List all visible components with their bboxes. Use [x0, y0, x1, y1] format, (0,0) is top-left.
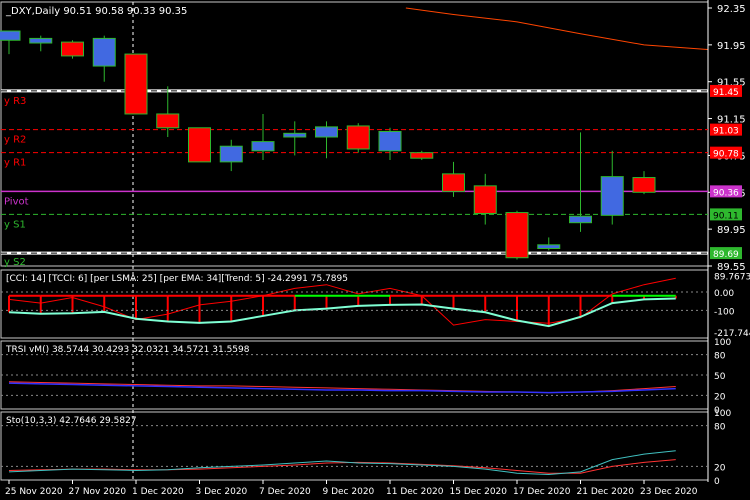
level-label-r1: y R1: [4, 158, 26, 169]
candle-body: [569, 215, 592, 224]
level-label-r3: y R3: [4, 96, 26, 107]
candle-body: [92, 37, 116, 67]
candle-body: [505, 212, 529, 259]
date-tick-label: 17 Dec 2020: [513, 487, 571, 497]
sto-tick-label: 0: [714, 477, 720, 487]
candle-body: [632, 177, 656, 193]
candle-body: [156, 113, 180, 129]
candle-body: [346, 125, 370, 150]
level-tag-text-r2: 91.03: [713, 127, 739, 137]
sto-tick-label: 80: [714, 423, 726, 433]
candle-body: [219, 145, 243, 163]
price-tick-label: 89.95: [717, 225, 746, 236]
candle-body: [378, 130, 402, 152]
candle-body: [251, 141, 275, 152]
date-tick-label: 27 Nov 2020: [69, 487, 127, 497]
trsi-tick-label: 80: [714, 352, 726, 362]
trsi-tick-label: 100: [714, 338, 731, 348]
level-label-r2: y R2: [4, 135, 26, 146]
candle-body: [410, 152, 434, 159]
date-tick-label: 25 Nov 2020: [5, 487, 63, 497]
candle-body: [537, 244, 561, 249]
candle-body: [124, 53, 148, 115]
cci-line: [8, 297, 676, 328]
price-tick-label: 89.55: [717, 262, 746, 273]
date-tick-label: 7 Dec 2020: [259, 487, 311, 497]
date-tick-label: 21 Dec 2020: [577, 487, 635, 497]
price-tick-label: 92.35: [717, 4, 746, 15]
symbol-info: _DXY,Daily 90.51 90.58 90.33 90.35: [5, 6, 187, 17]
date-tick-label: 9 Dec 2020: [323, 487, 375, 497]
candle-body: [473, 185, 497, 214]
level-tag-text-pivot: 90.36: [713, 188, 739, 198]
level-tag-text-r3: 91.45: [713, 88, 739, 98]
level-tag-text-s2: 89.69: [713, 250, 739, 260]
trsi-tick-label: 50: [714, 372, 726, 382]
cci-indicator-label: [CCI: 14] [TCCI: 6] [per LSMA: 25] [per …: [6, 274, 348, 284]
date-tick-label: 11 Dec 2020: [386, 487, 444, 497]
level-label-s2: y S2: [4, 257, 26, 268]
chart-canvas[interactable]: 92.3591.9591.5591.1590.7590.3589.9589.55…: [0, 0, 750, 500]
cci-tick-label: 0.00: [714, 289, 734, 299]
date-tick-label: 1 Dec 2020: [132, 487, 184, 497]
sto-tick-label: 100: [714, 409, 731, 419]
level-tag-text-s1: 90.11: [713, 211, 739, 221]
date-tick-label: 23 Dec 2020: [640, 487, 698, 497]
trading-chart[interactable]: 92.3591.9591.5591.1590.7590.3589.9589.55…: [0, 0, 750, 500]
level-label-pivot: Pivot: [4, 196, 29, 207]
candle-body: [315, 126, 338, 138]
cci-tick-label: -100: [714, 307, 735, 317]
moving-average-line: [405, 7, 708, 50]
sto-tick-label: 20: [714, 463, 726, 473]
date-tick-label: 15 Dec 2020: [450, 487, 508, 497]
candle-body: [442, 173, 465, 192]
sto-indicator-label: Sto(10,3,3) 42.7646 29.5827: [6, 416, 137, 426]
candle-body: [188, 127, 211, 163]
candle-body: [600, 176, 624, 216]
trsi-indicator-label: TRSI vM() 38.5744 30.4293 32.0321 34.572…: [5, 345, 250, 355]
candle-body: [283, 132, 307, 138]
price-tick-label: 91.95: [717, 41, 746, 52]
level-label-s1: y S1: [4, 219, 26, 230]
trsi-tick-label: 20: [714, 392, 726, 402]
cci-tick-label: 89.7673: [714, 273, 750, 283]
level-tag-text-r1: 90.78: [713, 150, 739, 160]
candle-body: [0, 30, 21, 41]
candle-body: [61, 41, 84, 57]
trsi-line-2: [8, 381, 676, 394]
date-tick-label: 3 Dec 2020: [196, 487, 248, 497]
candle-body: [29, 37, 53, 44]
